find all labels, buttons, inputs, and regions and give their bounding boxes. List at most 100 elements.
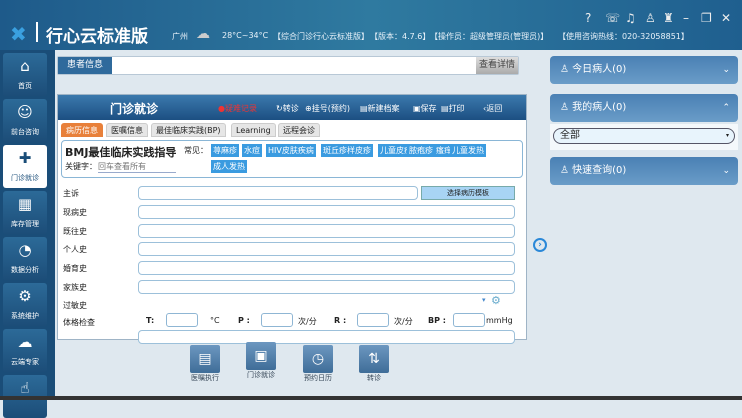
toolbar-button-6[interactable]: ‹返回 [483,103,502,114]
bottom-button-2[interactable]: ◷ 预约日历 [290,345,346,383]
field-input-0[interactable] [138,186,418,200]
field-label: 体格检查 [63,318,95,327]
toolbar-button-2[interactable]: ⊕挂号(预约) [305,103,350,114]
vital-unit: 次/分 [394,317,413,326]
sidebar-item-label: 门诊就诊 [11,174,39,182]
sidebar-icon: ⚙ [18,287,32,305]
field-input-4[interactable] [138,261,515,275]
quick-search-label: 快速查询(0) [572,165,627,176]
user-clock-icon: ♙ [560,64,573,75]
vital-input-r[interactable] [357,313,389,327]
field-label: 现病史 [63,208,87,217]
temperature: 28°C~34°C [222,31,269,40]
field-label: 既往史 [63,227,87,236]
sidebar-icon: ✚ [18,149,32,167]
patient-info-bar: 患者信息 查看详情 [57,56,519,75]
sidebar-item-1[interactable]: ☺ 前台咨询 [3,99,47,142]
sidebar-icon: ☺ [17,103,33,121]
select-template-button[interactable]: 选择病历模板 [421,186,515,200]
field-label: 个人史 [63,245,87,254]
toolbar-button-0[interactable]: ●疑难记录 [218,103,257,114]
vital-label: R : [334,316,347,325]
expand-arrow-button[interactable]: › [533,238,547,252]
dropdown-icon: ▾ [725,132,729,139]
bell-icon[interactable]: ♫ [625,11,636,25]
taskbar [0,396,742,400]
sidebar-icon: ▦ [17,195,33,213]
tab-1[interactable]: 医嘱信息 [106,123,148,137]
chat-icon[interactable]: ☏ [605,11,620,25]
disease-chip[interactable]: 儿童发热 [450,144,486,157]
user-star-icon: ♙ [560,102,573,113]
app-title: 行心云标准版 [46,27,148,47]
outpatient-panel: 门诊就诊 ●疑难记录 ↻转诊 ⊕挂号(预约) ▤新建档案 ▣保存 ▤打印 ‹返回 BMJ最佳… [57,94,527,344]
help-icon[interactable]: ? [585,11,591,25]
tab-2[interactable]: 最佳临床实践(BP) [151,123,226,137]
disease-chip[interactable]: HIV皮肤疾病 [266,144,316,157]
disease-chip[interactable]: 成人发热 [211,160,247,173]
operator: 【操作员：超级管理员(管理员)】 [430,32,549,41]
my-patients-header[interactable]: ♙ 我的病人(0) ⌃ [550,94,738,122]
bottom-button-1[interactable]: ▣ 门诊就诊 [233,342,289,380]
bmj-guide-box: BMJ最佳临床实践指导 关键字： 常见： 荨麻疹水痘 HIV皮肤疾病斑丘疹样皮疹 儿… [61,140,523,178]
bottom-label: 转诊 [367,374,381,382]
patient-filter-select[interactable]: 全部 ▾ [553,128,735,144]
hotline: 【使用咨询热线：020-32058851】 [558,32,689,41]
toolbar-button-5[interactable]: ▤打印 [441,103,465,114]
logo-icon: ✖ [10,22,27,46]
user-search-icon: ♙ [560,165,573,176]
vital-unit: °C [210,316,220,325]
today-patients-header[interactable]: ♙ 今日病人(0) ⌄ [550,56,738,84]
field-input-2[interactable] [138,224,515,238]
sidebar-icon: ◔ [18,241,32,259]
bottom-button-0[interactable]: ▤ 医嘱执行 [177,345,233,383]
sidebar-item-3[interactable]: ▦ 库存管理 [3,191,47,234]
field-input-3[interactable] [138,242,515,256]
sidebar-item-6[interactable]: ☁ 云端专家 [3,329,47,372]
keyword-input[interactable] [98,160,176,173]
field-label: 过敏史 [63,301,87,310]
thunderstorm-icon: ☁ [196,26,210,42]
view-details-button[interactable]: 查看详情 [476,57,518,74]
bottom-label: 门诊就诊 [247,371,275,379]
vital-input-p[interactable] [261,313,293,327]
dropdown-icon[interactable]: ▾ [482,296,486,304]
disease-chip[interactable]: 水痘 [242,144,262,157]
vital-input-bp[interactable] [453,313,485,327]
sidebar-item-5[interactable]: ⚙ 系统维护 [3,283,47,326]
tab-0[interactable]: 病历信息 [61,123,103,137]
disease-chip[interactable]: 斑丘疹样皮疹 [321,144,373,157]
panel-title: 门诊就诊 [110,102,159,116]
minimize-icon[interactable]: – [683,11,689,25]
sidebar-item-label: 库存管理 [11,220,39,228]
common-label: 常见： [184,146,208,155]
toolbar-button-1[interactable]: ↻转诊 [276,103,299,114]
user-icon[interactable]: ♙ [645,11,656,25]
field-input-1[interactable] [138,205,515,219]
skin-icon[interactable]: ♜ [663,11,674,25]
close-icon[interactable]: ✕ [721,11,731,25]
sidebar-icon: ⌂ [20,57,30,75]
toolbar-button-3[interactable]: ▤新建档案 [360,103,400,114]
sidebar-item-4[interactable]: ◔ 数据分析 [3,237,47,280]
filter-value: 全部 [560,130,580,141]
sidebar-item-0[interactable]: ⌂ 首页 [3,53,47,96]
vital-unit: mmHg [486,316,513,325]
vital-input-t[interactable] [166,313,198,327]
toolbar-button-4[interactable]: ▣保存 [413,103,437,114]
tab-3[interactable]: Learning [231,123,276,137]
sidebar-item-2[interactable]: ✚ 门诊就诊 [3,145,47,188]
field-input-5[interactable] [138,280,515,294]
tab-4[interactable]: 远程会诊 [278,123,320,137]
vital-label: P : [238,316,250,325]
restore-icon[interactable]: ❐ [701,11,712,25]
my-patients-body: 全部 ▾ [550,124,738,150]
vital-unit: 次/分 [298,317,317,326]
gear-icon[interactable]: ⚙ [491,294,501,307]
quick-search-header[interactable]: ♙ 快速查询(0) ⌄ [550,157,738,185]
disease-chip[interactable]: 脓疱疹 [407,144,435,157]
exam-input[interactable] [138,330,515,344]
disease-chip[interactable]: 荨麻疹 [211,144,239,157]
city: 广州 [172,32,188,41]
bottom-button-3[interactable]: ⇅ 转诊 [346,345,402,383]
